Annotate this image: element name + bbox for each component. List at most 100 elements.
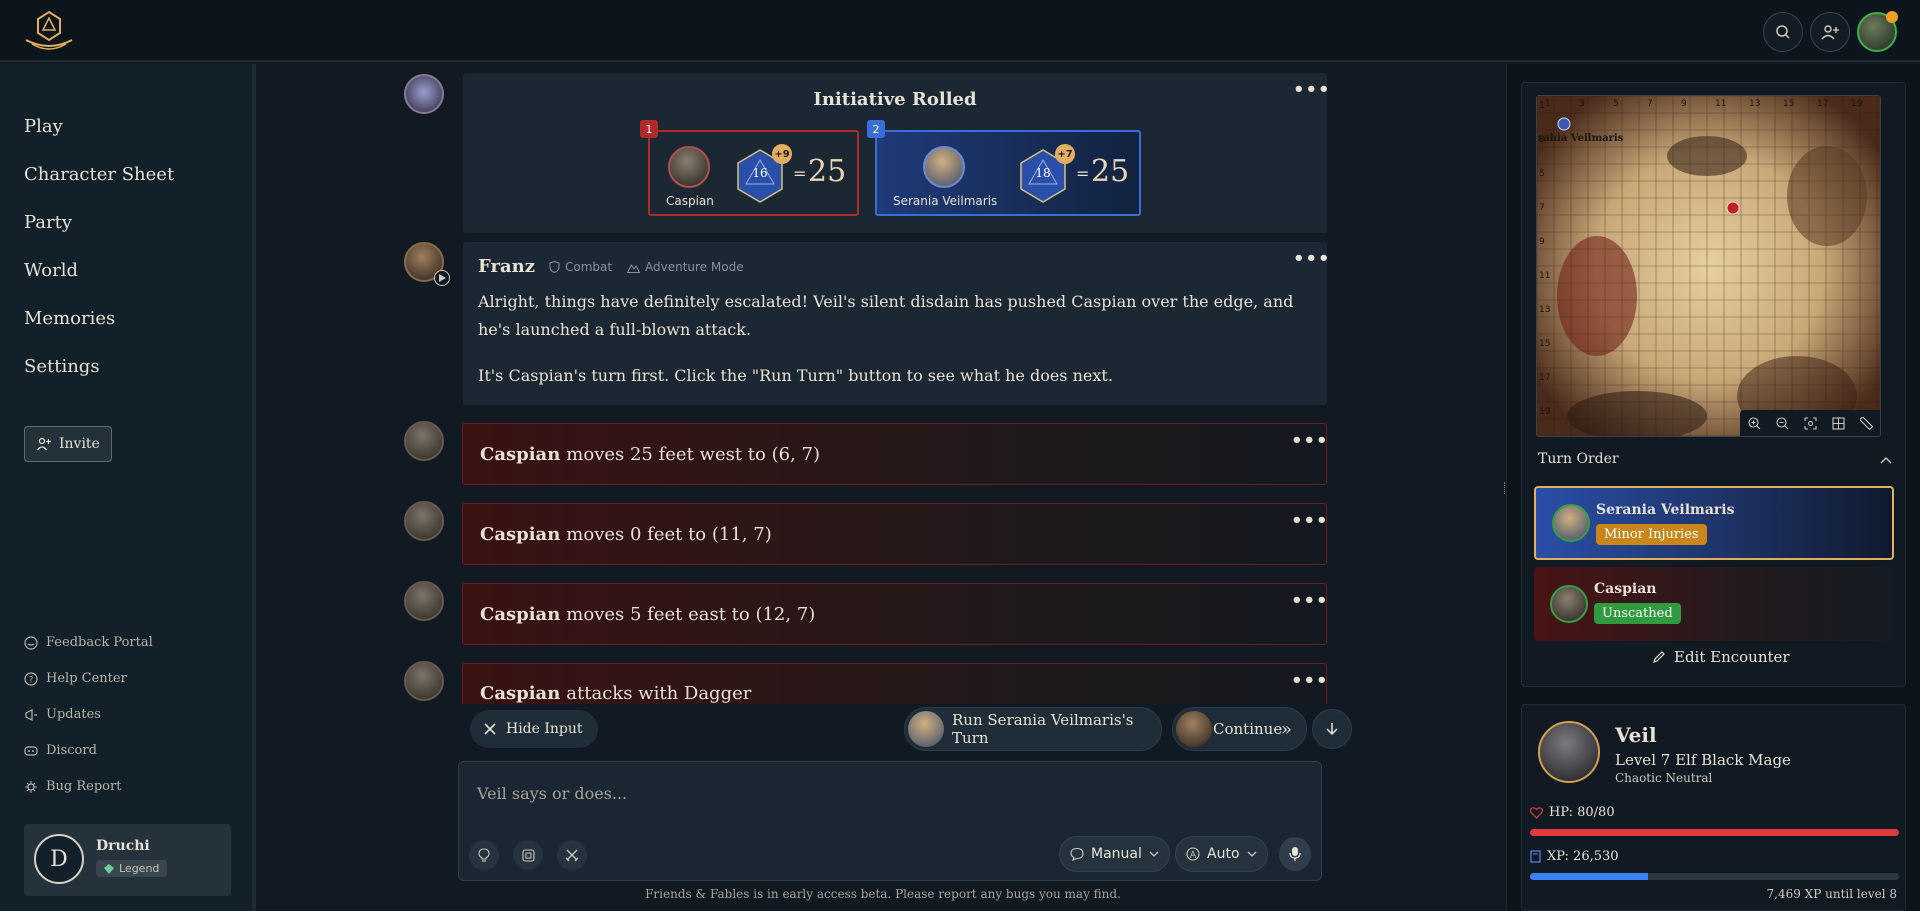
hide-input-button[interactable]: Hide Input bbox=[470, 710, 598, 748]
caspian-portrait bbox=[668, 146, 710, 188]
footer-label: Discord bbox=[46, 743, 97, 758]
action-text: moves 5 feet east to (12, 7) bbox=[566, 603, 816, 625]
ruler-icon[interactable] bbox=[1859, 416, 1873, 430]
map-column-label: 9 bbox=[1681, 99, 1687, 109]
initiative-card: Initiative Rolled ••• 1 Caspian 16 +9 = … bbox=[463, 73, 1330, 233]
initiative-order-badge: 1 bbox=[640, 120, 658, 138]
initiative-title: Initiative Rolled bbox=[813, 89, 977, 110]
profile-avatar[interactable] bbox=[1857, 11, 1898, 52]
action-message: Caspian moves 0 feet to (11, 7) ••• bbox=[462, 503, 1329, 565]
footer-label: Help Center bbox=[46, 671, 127, 686]
map-row-label: 7 bbox=[1539, 203, 1545, 213]
map-row-label: 9 bbox=[1539, 237, 1545, 247]
heart-icon bbox=[1530, 806, 1543, 819]
combat-tag-label: Combat bbox=[565, 260, 613, 274]
bug-report-link[interactable]: Bug Report bbox=[24, 779, 121, 794]
discord-link[interactable]: Discord bbox=[24, 743, 97, 758]
mode-manual-label: Manual bbox=[1091, 846, 1142, 862]
bug-icon bbox=[24, 780, 38, 794]
feedback-portal-link[interactable]: Feedback Portal bbox=[24, 635, 153, 650]
equals-sign: = bbox=[793, 164, 807, 183]
map-row-label: 15 bbox=[1539, 339, 1550, 349]
focus-icon[interactable] bbox=[1803, 416, 1817, 430]
caspian-avatar bbox=[1550, 585, 1588, 623]
mountain-icon bbox=[627, 262, 640, 273]
sidebar: Play Character Sheet Party World Memorie… bbox=[0, 64, 256, 911]
message-menu-button[interactable]: ••• bbox=[1293, 248, 1331, 269]
nav-memories[interactable]: Memories bbox=[24, 308, 115, 329]
turn-entry[interactable]: Caspian Unscathed bbox=[1534, 567, 1894, 641]
system-avatar bbox=[404, 74, 444, 114]
message-menu-button[interactable]: ••• bbox=[1291, 590, 1329, 611]
serania-avatar bbox=[908, 711, 944, 747]
add-friend-button[interactable] bbox=[1810, 12, 1850, 52]
action-message: Caspian attacks with Dagger ••• bbox=[462, 663, 1329, 704]
action-text: moves 25 feet west to (6, 7) bbox=[566, 443, 820, 465]
map-column-label: 19 bbox=[1851, 99, 1863, 109]
updates-link[interactable]: Updates bbox=[24, 707, 101, 722]
narrator-avatar bbox=[404, 242, 450, 286]
idea-button[interactable] bbox=[469, 840, 499, 870]
nav-world[interactable]: World bbox=[24, 260, 78, 281]
action-text: moves 0 feet to (11, 7) bbox=[566, 523, 772, 545]
top-bar bbox=[0, 0, 1920, 62]
microphone-button[interactable] bbox=[1279, 837, 1311, 871]
scroll-down-button[interactable] bbox=[1312, 709, 1352, 749]
zoom-in-icon[interactable] bbox=[1747, 416, 1761, 430]
map-column-label: 13 bbox=[1749, 99, 1760, 109]
hp-bar bbox=[1530, 829, 1899, 836]
close-icon bbox=[484, 723, 496, 735]
zoom-out-icon[interactable] bbox=[1775, 416, 1789, 430]
map-column-label: 11 bbox=[1715, 99, 1726, 109]
map-token-label: rahia Veilmaris bbox=[1538, 133, 1624, 144]
map-column-label: 15 bbox=[1783, 99, 1794, 109]
nav-settings[interactable]: Settings bbox=[24, 356, 100, 377]
message-menu-button[interactable]: ••• bbox=[1291, 670, 1329, 691]
xp-label: XP: 26,530 bbox=[1547, 849, 1619, 864]
help-center-link[interactable]: ? Help Center bbox=[24, 671, 127, 686]
shield-icon bbox=[549, 261, 560, 273]
action-actor: Caspian bbox=[480, 603, 561, 625]
serania-avatar bbox=[1552, 504, 1590, 542]
app-logo[interactable] bbox=[22, 10, 76, 50]
turn-entry-active[interactable]: Serania Veilmaris Minor Injuries bbox=[1534, 486, 1894, 560]
nav-play[interactable]: Play bbox=[24, 116, 63, 137]
mode-select-manual[interactable]: Manual bbox=[1059, 836, 1170, 872]
megaphone-icon bbox=[24, 708, 38, 722]
grid-icon[interactable] bbox=[1831, 416, 1845, 430]
action-text: attacks with Dagger bbox=[566, 683, 752, 704]
chevron-up-icon[interactable] bbox=[1880, 456, 1892, 464]
svg-text:?: ? bbox=[29, 675, 34, 685]
initiative-total: 25 bbox=[808, 154, 847, 189]
search-button[interactable] bbox=[1763, 12, 1803, 52]
serania-map-token[interactable] bbox=[1557, 117, 1571, 131]
map-row-label: 3 bbox=[1539, 135, 1545, 145]
message-input[interactable]: Veil says or does... bbox=[477, 784, 627, 803]
battle-map[interactable]: rahia Veilmaris 1 3 5 7 9 11 13 15 17 19 1 3 5 7 9 11 1… bbox=[1536, 95, 1881, 437]
invite-button[interactable]: Invite bbox=[24, 426, 112, 462]
invite-label: Invite bbox=[59, 436, 100, 452]
user-card[interactable]: D Druchi Legend bbox=[24, 824, 231, 896]
attack-button[interactable] bbox=[557, 840, 587, 870]
map-column-label: 3 bbox=[1579, 99, 1585, 109]
message-menu-button[interactable]: ••• bbox=[1291, 510, 1329, 531]
square-icon bbox=[521, 848, 535, 862]
message-input-box[interactable]: Veil says or does... Manual A Auto bbox=[458, 761, 1322, 881]
character-portrait[interactable] bbox=[1538, 721, 1600, 783]
mode-select-auto[interactable]: A Auto bbox=[1175, 836, 1268, 872]
status-badge: Minor Injuries bbox=[1596, 524, 1707, 545]
continue-button[interactable]: Continue » bbox=[1172, 707, 1307, 751]
nav-character-sheet[interactable]: Character Sheet bbox=[24, 164, 174, 185]
caspian-map-token[interactable] bbox=[1726, 201, 1740, 215]
chevron-down-icon bbox=[1149, 851, 1159, 857]
user-avatar: D bbox=[34, 834, 84, 884]
mode-auto-label: Auto bbox=[1207, 846, 1240, 862]
frame-button[interactable] bbox=[513, 840, 543, 870]
message-menu-button[interactable]: ••• bbox=[1291, 430, 1329, 451]
run-turn-button[interactable]: Run Serania Veilmaris's Turn bbox=[904, 707, 1162, 751]
feedback-icon bbox=[24, 635, 38, 650]
nav-party[interactable]: Party bbox=[24, 212, 72, 233]
play-audio-icon[interactable] bbox=[434, 270, 450, 286]
edit-encounter-button[interactable]: Edit Encounter bbox=[1652, 648, 1790, 666]
message-menu-button[interactable]: ••• bbox=[1293, 79, 1331, 100]
